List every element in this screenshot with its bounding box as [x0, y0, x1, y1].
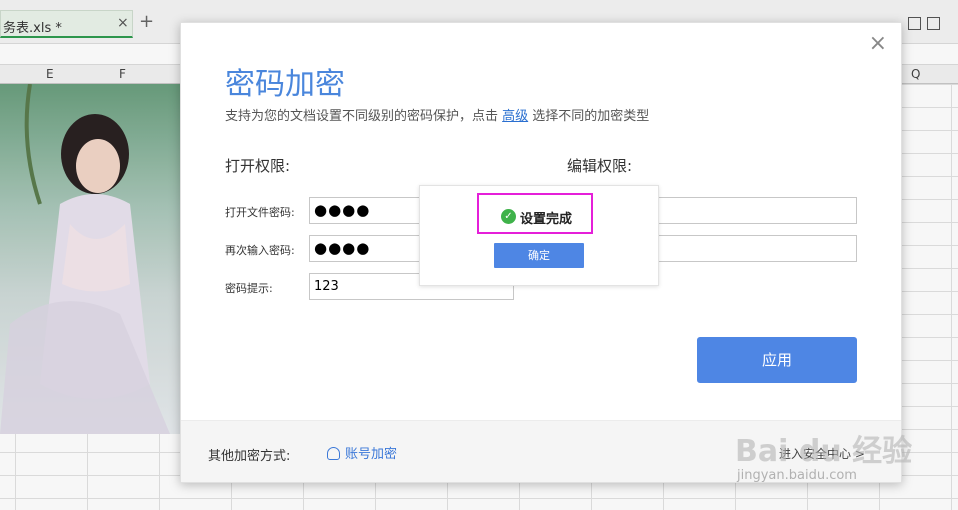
close-icon[interactable]: × [869, 33, 887, 55]
password-hint-label: 密码提示: [225, 282, 273, 295]
success-message: 设置完成 [520, 212, 573, 227]
user-icon [327, 447, 340, 460]
dialog-footer: 其他加密方式: 账号加密 进入安全中心 > [181, 420, 901, 482]
account-encryption-label: 账号加密 [345, 447, 398, 462]
account-encryption-link[interactable]: 账号加密 [327, 443, 397, 462]
success-check-icon: ✓ [501, 209, 516, 224]
open-password-label: 打开文件密码: [225, 206, 295, 219]
subtitle-text-end: 选择不同的加密类型 [528, 109, 650, 124]
subtitle-text: 支持为您的文档设置不同级别的密码保护，点击 [225, 109, 503, 124]
dialog-title: 密码加密 [225, 67, 345, 102]
security-center-link[interactable]: 进入安全中心 > [779, 445, 865, 462]
confirm-button[interactable]: 确定 [494, 243, 584, 268]
open-permission-heading: 打开权限: [225, 157, 291, 175]
dialog-subtitle: 支持为您的文档设置不同级别的密码保护，点击 高级 选择不同的加密类型 [225, 105, 649, 124]
edit-permission-heading: 编辑权限: [567, 157, 633, 175]
reenter-password-label: 再次输入密码: [225, 244, 295, 257]
success-popup: ✓ 设置完成 确定 [419, 185, 659, 286]
apply-button[interactable]: 应用 [697, 337, 857, 383]
edit-reenter-password-input[interactable] [657, 235, 857, 262]
other-encryption-label: 其他加密方式: [208, 449, 291, 464]
advanced-link[interactable]: 高级 [502, 109, 528, 124]
edit-password-input[interactable] [657, 197, 857, 224]
